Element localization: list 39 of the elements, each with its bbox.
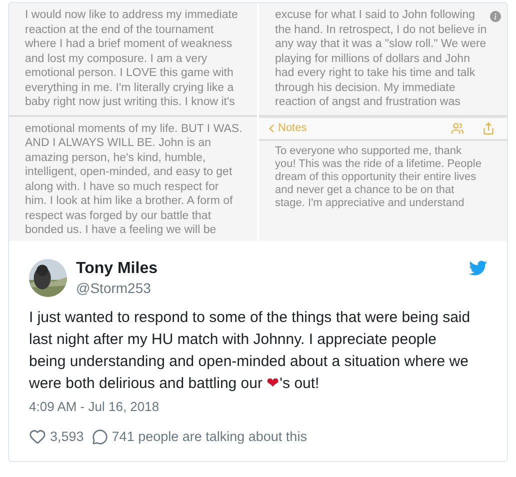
note-line: the hand. In retrospect, I do not believe in (275, 22, 488, 37)
note-line: emotional person. I LOVE this game with (25, 66, 234, 80)
heart-icon[interactable] (29, 428, 46, 446)
note-line: respect was forged by our battle that (25, 208, 212, 223)
note-line: AND I ALWAYS WILL BE. John is an (25, 136, 212, 150)
comment-icon[interactable] (92, 428, 108, 445)
note-line: along with. I have so much respect for (25, 180, 220, 194)
note-line: I would now like to address my immediate (25, 8, 239, 22)
share-icon[interactable] (482, 122, 495, 134)
note-line: amazing person, he's kind, humble, (25, 150, 207, 165)
note-line: and lost my composure. I am a very (25, 52, 208, 66)
note-line: bonded us. I have a feeling we will be (25, 223, 218, 238)
note-line: To everyone who supported me, thank (275, 144, 463, 158)
note-line: any way that it was a "slow roll." We were (275, 37, 488, 52)
note-line: you! This was the ride of a lifetime. People (275, 158, 482, 170)
note-line: intelligent, open-minded, and easy to get (25, 165, 234, 180)
author-handle[interactable]: @Storm253 (76, 279, 158, 297)
tweet-text: I just wanted to respond to some of the things that were being said last night after my HU match with Johnny. I appreciate people being understanding and open-minded about a situation where we were both delirious and battling our ❤'s out! (29, 308, 472, 394)
info-icon[interactable] (490, 11, 501, 22)
talking-link[interactable]: 741 people are talking about this (112, 426, 307, 447)
note-line: reaction of angst and frustration was (275, 95, 462, 110)
note-line: him. I look at him like a brother. A form of (25, 194, 234, 208)
note-line: emotional moments of my life. BUT I WAS. (25, 122, 241, 136)
note-line: excuse for what I said to John following (275, 8, 476, 22)
note-line: baby right now just writing this. I know it's (25, 95, 236, 110)
note-line: stage. I'm appreciative and understand (275, 196, 466, 210)
bird-icon[interactable] (469, 259, 487, 277)
note-line: and never get a chance to be on that (275, 184, 456, 196)
tweet-timestamp[interactable]: 4:09 AM - Jul 16, 2018 (29, 397, 487, 416)
note-line: where I had a brief moment of weakness (25, 37, 234, 52)
note-line: dream of this opportunity their entire lives (275, 170, 478, 184)
note-line: reaction at the end of the tournament (25, 22, 215, 37)
people-icon[interactable] (451, 122, 464, 134)
note-line: playing for millions of dollars and John (275, 52, 471, 66)
like-count[interactable]: 3,593 (50, 426, 84, 447)
author-name[interactable]: Tony Miles (76, 259, 158, 279)
note-line: everything in me. I'm literally crying like a (25, 80, 235, 95)
note-line: had every right to take his time and talk (275, 66, 476, 80)
note-line: through his decision. My immediate (275, 80, 456, 95)
